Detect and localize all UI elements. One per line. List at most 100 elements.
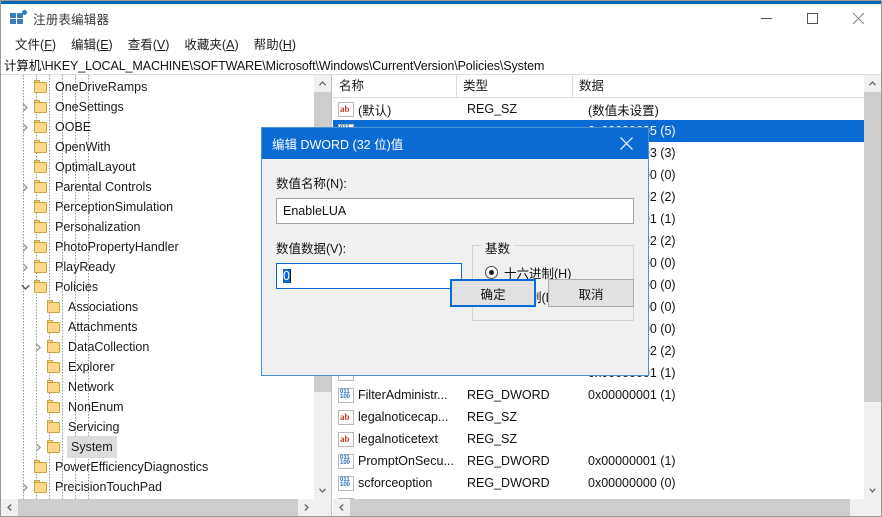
tree-item-servicing[interactable]: Servicing [1, 417, 315, 437]
tree-item-label: PerceptionSimulation [55, 200, 174, 214]
tree-item-label: Personalization [55, 220, 141, 234]
folder-icon [46, 420, 62, 434]
tree-item-label: PlayReady [55, 260, 116, 274]
tree-scroll-right-button[interactable] [298, 499, 315, 516]
menu-item-file[interactable]: 文件(F) [8, 33, 64, 54]
folder-icon [46, 320, 62, 334]
chevron-right-icon[interactable] [30, 437, 46, 457]
list-row[interactable]: 011 100 FilterAdministr... REG_DWORD 0x00000… [333, 384, 864, 406]
value-data-label: 数值数据(V): [276, 242, 347, 256]
value-type-cell: REG_SZ [467, 432, 518, 446]
dialog-close-icon[interactable] [604, 128, 648, 159]
tree-item-precisiontouchpad[interactable]: PrecisionTouchPad [1, 477, 315, 497]
tree-item-label: OneSettings [55, 100, 124, 114]
tree-item-label: System [67, 436, 117, 458]
value-name-label: 数值名称(N): [276, 177, 347, 191]
value-type-cell: REG_SZ [467, 410, 518, 424]
tree-item-label: OpenWith [55, 140, 111, 154]
dword-value-icon: 011100 [338, 475, 354, 491]
tree-scroll-left-button[interactable] [1, 499, 18, 516]
list-row[interactable]: 011 100 PromptOnSecu... REG_DWORD 0x00000001… [333, 450, 864, 472]
tree-hscroll-thumb[interactable] [18, 499, 298, 516]
folder-icon [33, 100, 49, 114]
tree-scroll-up-button[interactable] [314, 75, 331, 92]
chevron-down-icon[interactable] [17, 277, 33, 297]
chevron-right-icon[interactable] [17, 257, 33, 277]
value-name-cell: FilterAdministr... [358, 388, 448, 402]
folder-icon [33, 460, 49, 474]
menu-item-favorites[interactable]: 收藏夹(A) [177, 33, 246, 54]
chevron-right-icon[interactable] [17, 477, 33, 497]
tree-item-label: PrecisionTouchPad [55, 480, 163, 494]
list-row[interactable]: 011 100 scforceoption REG_DWORD 0x00000000 (… [333, 472, 864, 494]
list-horizontal-scrollbar[interactable] [333, 499, 881, 516]
value-type-cell: REG_DWORD [467, 454, 550, 468]
maximize-button[interactable] [789, 4, 835, 33]
address-bar[interactable]: 计算机\HKEY_LOCAL_MACHINE\SOFTWARE\Microsof… [1, 54, 881, 75]
address-path: 计算机\HKEY_LOCAL_MACHINE\SOFTWARE\Microsof… [4, 58, 545, 73]
tree-horizontal-scrollbar[interactable] [1, 499, 331, 516]
chevron-right-icon[interactable] [17, 237, 33, 257]
value-data-column: 数值数据(V): 0 [276, 238, 462, 321]
folder-icon [33, 120, 49, 134]
tree-item-label: NonEnum [68, 400, 124, 414]
tree-item-powerefficiencydiagnostics[interactable]: PowerEfficiencyDiagnostics [1, 457, 315, 477]
menu-item-edit[interactable]: 编辑(E) [64, 33, 121, 54]
tree-item-label: PhotoPropertyHandler [55, 240, 179, 254]
value-name-input[interactable]: EnableLUA [276, 198, 634, 224]
scrollbar-corner [864, 499, 881, 516]
close-button[interactable] [835, 4, 881, 33]
list-scroll-left-button[interactable] [333, 499, 350, 516]
value-data-input[interactable]: 0 [276, 263, 462, 289]
registry-editor-icon [10, 9, 27, 27]
tree-item-network[interactable]: Network [1, 377, 315, 397]
value-data-cell: 0x00000001 (1) [588, 454, 676, 468]
tree-item-label: Associations [68, 300, 139, 314]
string-value-icon: ab [338, 101, 354, 117]
radio-hexadecimal-icon[interactable] [485, 265, 498, 279]
tree-item-nonenum[interactable]: NonEnum [1, 397, 315, 417]
folder-icon [33, 80, 49, 94]
list-row[interactable]: ab legalnoticecap... REG_SZ [333, 406, 864, 428]
menu-bar: 文件(F) 编辑(E) 查看(V) 收藏夹(A) 帮助(H) [1, 33, 881, 54]
column-header-type[interactable]: 类型 [457, 75, 573, 98]
ok-button[interactable]: 确定 [450, 279, 536, 307]
edit-dword-dialog: 编辑 DWORD (32 位)值 数值名称(N): EnableLUA 数值数据… [261, 127, 649, 376]
tree-item-label: Attachments [68, 320, 138, 334]
list-row[interactable]: ab legalnoticetext REG_SZ [333, 428, 864, 450]
column-header-data[interactable]: 数据 [573, 75, 864, 98]
registry-editor-window: 注册表编辑器 文件(F) 编辑(E) 查看(V) 收藏夹(A) 帮助(H) 计算… [0, 0, 882, 517]
folder-icon [46, 340, 62, 354]
chevron-right-icon[interactable] [30, 337, 46, 357]
tree-item-label: DataCollection [68, 340, 150, 354]
cancel-button[interactable]: 取消 [548, 279, 634, 307]
dialog-title-bar: 编辑 DWORD (32 位)值 [262, 128, 648, 159]
menu-item-help[interactable]: 帮助(H) [247, 33, 304, 54]
title-bar: 注册表编辑器 [1, 4, 881, 33]
list-scroll-thumb[interactable] [864, 92, 881, 402]
list-scroll-down-button[interactable] [864, 482, 881, 499]
value-name-cell: (默认) [358, 103, 392, 118]
folder-icon [33, 220, 49, 234]
list-scroll-up-button[interactable] [864, 75, 881, 92]
menu-item-view[interactable]: 查看(V) [121, 33, 178, 54]
chevron-right-icon[interactable] [17, 177, 33, 197]
list-vertical-scrollbar[interactable] [864, 75, 881, 499]
tree-item-onesettings[interactable]: OneSettings [1, 97, 315, 117]
chevron-right-icon[interactable] [17, 117, 33, 137]
tree-item-system[interactable]: System [1, 436, 315, 458]
tree-item-onedriveramps[interactable]: OneDriveRamps [1, 77, 315, 97]
chevron-right-icon[interactable] [17, 97, 33, 117]
minimize-button[interactable] [743, 4, 789, 33]
tree-scroll-down-button[interactable] [314, 482, 331, 499]
list-row[interactable]: ab (默认) REG_SZ (数值未设置) [333, 98, 864, 120]
column-header-name[interactable]: 名称 [333, 75, 457, 98]
list-hscroll-thumb[interactable] [350, 499, 850, 516]
